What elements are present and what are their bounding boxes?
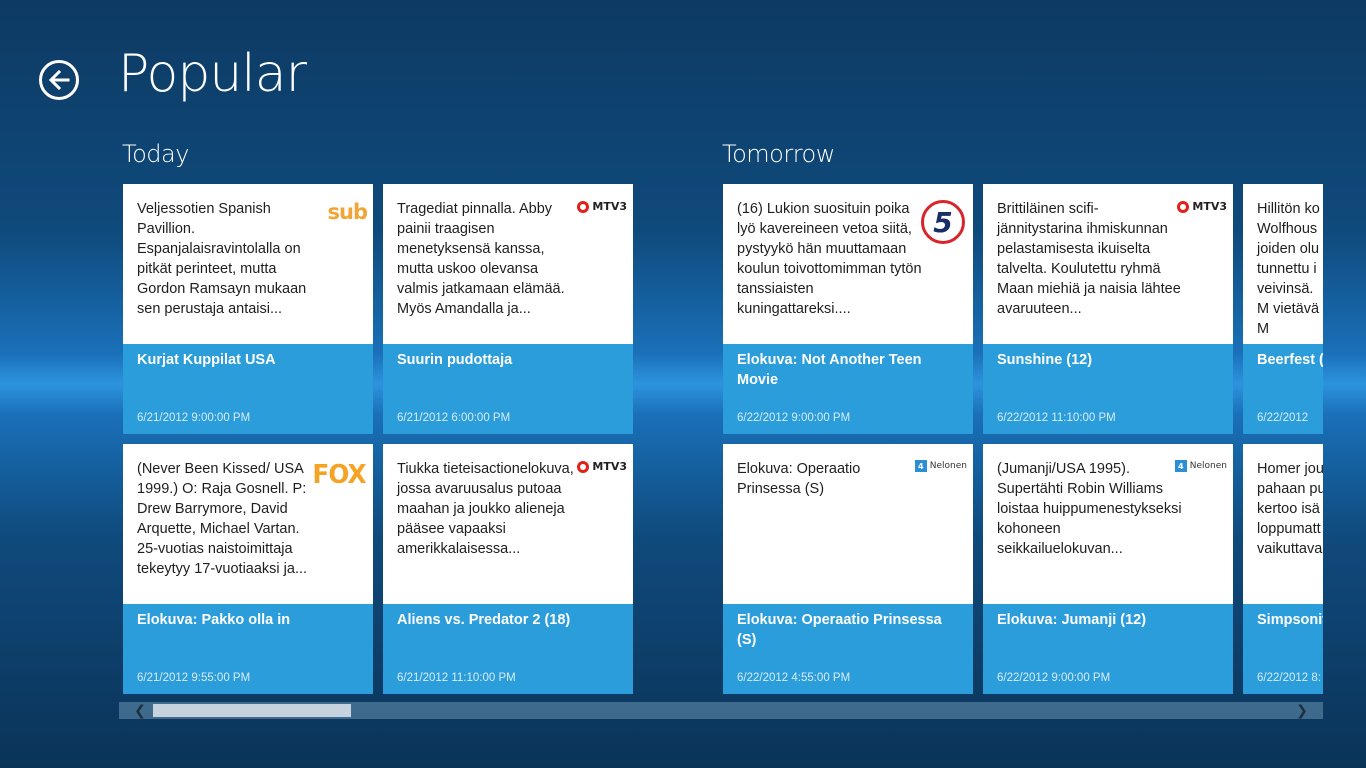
tile-description: (16) Lukion suosituin poika lyö kaverein… (737, 201, 922, 317)
tile-time: 6/22/2012 8: (1257, 672, 1321, 684)
tile-time: 6/22/2012 9:00:00 PM (997, 672, 1111, 684)
tile-description: (Never Been Kissed/ USA 1999.) O: Raja G… (137, 461, 308, 577)
program-tile[interactable]: (Never Been Kissed/ USA 1999.) O: Raja G… (123, 444, 373, 694)
tile-program-name: Suurin pudottaja (397, 352, 513, 368)
mtv3-logo: MTV3 (577, 200, 627, 213)
program-tile[interactable]: (Jumanji/USA 1995). Supertähti Robin Wil… (983, 444, 1233, 694)
tile-description-area: (Never Been Kissed/ USA 1999.) O: Raja G… (123, 444, 373, 604)
tile-description-area: Homer jou pahaan pu kertoo isä loppumatt… (1243, 444, 1323, 604)
nelonen-4-icon: 4 (914, 460, 927, 472)
tile-info-area: Aliens vs. Predator 2 (18) 6/21/2012 11:… (383, 604, 633, 694)
tile-time: 6/22/2012 11:10:00 PM (997, 412, 1116, 424)
tile-program-name: Elokuva: Pakko olla in (137, 612, 291, 628)
horizontal-scrollbar[interactable]: ❮ ❯ (119, 702, 1323, 719)
tile-description: Veljessotien Spanish Pavillion. Espanjal… (137, 201, 307, 317)
mtv3-ring-icon (577, 200, 590, 213)
tile-info-area: Elokuva: Operaatio Prinsessa (S) 6/22/20… (723, 604, 973, 694)
tile-info-area: Kurjat Kuppilat USA 6/21/2012 9:00:00 PM (123, 344, 373, 434)
program-tile[interactable]: Veljessotien Spanish Pavillion. Espanjal… (123, 184, 373, 434)
tile-description: Homer jou pahaan pu kertoo isä loppumatt… (1257, 461, 1323, 557)
tile-description-area: Veljessotien Spanish Pavillion. Espanjal… (123, 184, 373, 344)
tile-description: Elokuva: Operaatio Prinsessa (S) (737, 461, 861, 497)
tile-info-area: Suurin pudottaja 6/21/2012 6:00:00 PM (383, 344, 633, 434)
tile-description-area: (Jumanji/USA 1995). Supertähti Robin Wil… (983, 444, 1233, 604)
tile-program-name: Sunshine (12) (997, 352, 1093, 368)
tile-description-area: Tragediat pinnalla. Abby painii traagise… (383, 184, 633, 344)
tiles-viewport: Veljessotien Spanish Pavillion. Espanjal… (0, 0, 1323, 700)
tile-description: Tragediat pinnalla. Abby painii traagise… (397, 201, 565, 317)
mtv3-logo: MTV3 (577, 460, 627, 473)
tile-time: 6/21/2012 9:55:00 PM (137, 672, 251, 684)
tile-description-area: Brittiläinen scifi-jännitystarina ihmisk… (983, 184, 1233, 344)
tile-program-name: Elokuva: Jumanji (12) (997, 612, 1147, 628)
tile-description-area: (16) Lukion suosituin poika lyö kaverein… (723, 184, 973, 344)
scroll-right-icon[interactable]: ❯ (1287, 702, 1317, 719)
tile-description: Brittiläinen scifi-jännitystarina ihmisk… (997, 201, 1181, 317)
program-tile[interactable]: Tragediat pinnalla. Abby painii traagise… (383, 184, 633, 434)
tile-info-area: Sunshine (12) 6/22/2012 11:10:00 PM (983, 344, 1233, 434)
tile-info-area: Elokuva: Jumanji (12) 6/22/2012 9:00:00 … (983, 604, 1233, 694)
tile-time: 6/22/2012 (1257, 412, 1309, 424)
tile-description: Tiukka tieteisactionelokuva, jossa avaru… (397, 461, 574, 557)
tile-time: 6/22/2012 4:55:00 PM (737, 672, 851, 684)
tile-program-name: Elokuva: Not Another Teen Movie (737, 352, 922, 388)
nelonen-logo: 4 Nelonen (1174, 460, 1227, 472)
tile-program-name: Kurjat Kuppilat USA (137, 352, 276, 368)
tile-info-area: Beerfest ( 6/22/2012 (1243, 344, 1323, 434)
tile-description-area: Hillitön ko Wolfhous joiden olu tunnettu… (1243, 184, 1323, 344)
tile-info-area: Simpsonit 6/22/2012 8: (1243, 604, 1323, 694)
tile-description: Hillitön ko Wolfhous joiden olu tunnettu… (1257, 201, 1320, 337)
sub-logo: sub (327, 200, 368, 224)
tile-description-area: Tiukka tieteisactionelokuva, jossa avaru… (383, 444, 633, 604)
program-tile[interactable]: Elokuva: Operaatio Prinsessa (S) 4 Nelone… (723, 444, 973, 694)
tile-time: 6/22/2012 9:00:00 PM (737, 412, 851, 424)
tile-time: 6/21/2012 9:00:00 PM (137, 412, 251, 424)
mtv3-ring-icon (1177, 200, 1190, 213)
tile-program-name: Elokuva: Operaatio Prinsessa (S) (737, 612, 942, 648)
scroll-left-icon[interactable]: ❮ (125, 702, 155, 719)
scroll-thumb[interactable] (153, 704, 351, 717)
nelonen-4-icon: 4 (1174, 460, 1187, 472)
program-tile[interactable]: Tiukka tieteisactionelokuva, jossa avaru… (383, 444, 633, 694)
tile-program-name: Aliens vs. Predator 2 (18) (397, 612, 571, 628)
program-tile[interactable]: Brittiläinen scifi-jännitystarina ihmisk… (983, 184, 1233, 434)
channel-5-logo: 5 (921, 200, 965, 244)
fox-logo: FOX (312, 460, 366, 490)
tile-program-name: Simpsonit (1257, 612, 1323, 628)
program-tile[interactable]: Hillitön ko Wolfhous joiden olu tunnettu… (1243, 184, 1323, 434)
tile-description-area: Elokuva: Operaatio Prinsessa (S) 4 Nelone… (723, 444, 973, 604)
tile-info-area: Elokuva: Not Another Teen Movie 6/22/201… (723, 344, 973, 434)
tile-time: 6/21/2012 6:00:00 PM (397, 412, 511, 424)
mtv3-logo: MTV3 (1177, 200, 1227, 213)
tile-program-name: Beerfest ( (1257, 352, 1323, 368)
tile-description: (Jumanji/USA 1995). Supertähti Robin Wil… (997, 461, 1182, 557)
program-tile[interactable]: Homer jou pahaan pu kertoo isä loppumatt… (1243, 444, 1323, 694)
mtv3-ring-icon (577, 460, 590, 473)
nelonen-logo: 4 Nelonen (914, 460, 967, 472)
program-tile[interactable]: (16) Lukion suosituin poika lyö kaverein… (723, 184, 973, 434)
tile-time: 6/21/2012 11:10:00 PM (397, 672, 516, 684)
tile-info-area: Elokuva: Pakko olla in 6/21/2012 9:55:00… (123, 604, 373, 694)
